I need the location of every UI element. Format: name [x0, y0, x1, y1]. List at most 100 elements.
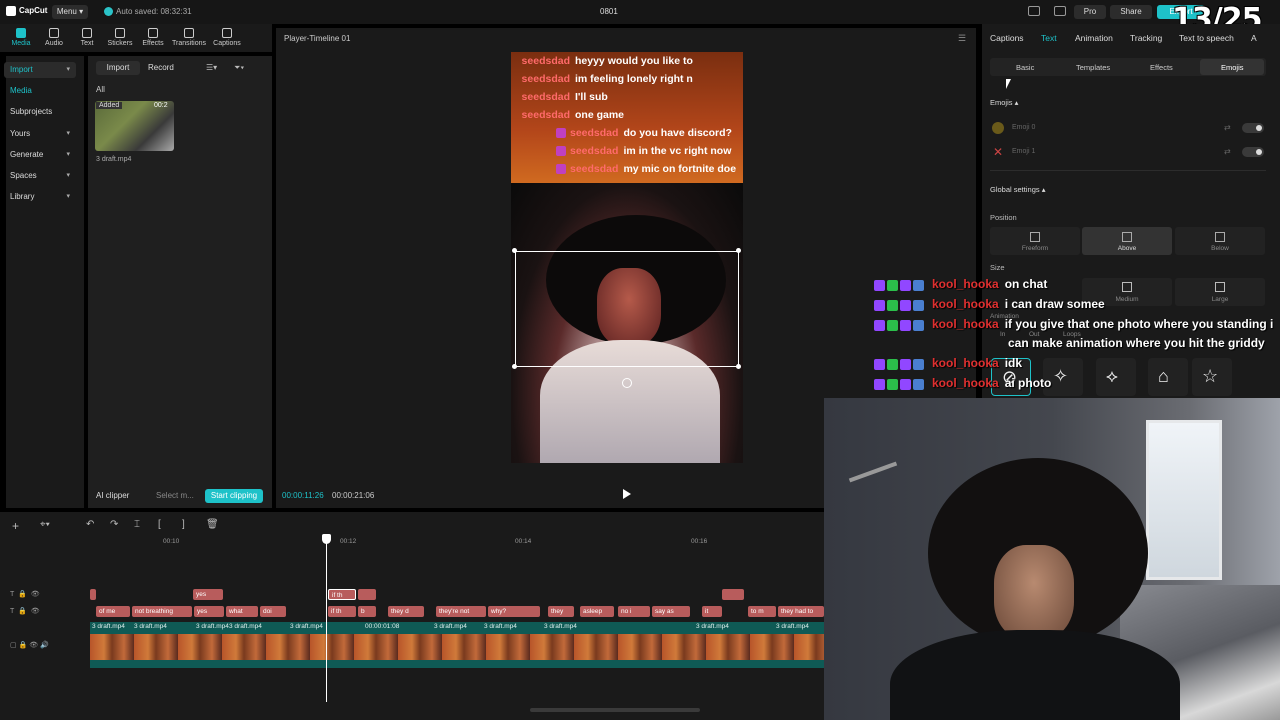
redo-icon[interactable]: ↷: [110, 519, 118, 530]
anim-mode-in[interactable]: In: [1000, 331, 1005, 338]
resize-handle[interactable]: [736, 364, 741, 369]
text-clip[interactable]: they: [548, 606, 574, 617]
subtab-effects[interactable]: Effects: [1150, 63, 1173, 72]
sidebar-item-subprojects[interactable]: Subprojects: [4, 104, 76, 120]
global-settings-label[interactable]: Global settings ▴: [990, 185, 1045, 194]
capcut-logo-icon: [6, 6, 16, 16]
text-clip[interactable]: not breathing: [132, 606, 192, 617]
text-track-controls[interactable]: T 🔒 👁: [10, 607, 40, 615]
tab-captions[interactable]: Captions: [210, 28, 244, 47]
tab-stickers[interactable]: Stickers: [103, 28, 137, 47]
text-clip[interactable]: no i: [618, 606, 650, 617]
position-above-button[interactable]: Above: [1082, 227, 1172, 255]
tab-captions[interactable]: Captions: [990, 33, 1024, 43]
resize-handle[interactable]: [512, 364, 517, 369]
text-clip[interactable]: they d: [388, 606, 424, 617]
trim-right-icon[interactable]: ]: [182, 519, 185, 530]
captions-icon: [222, 28, 232, 38]
text-clip[interactable]: asleep: [580, 606, 614, 617]
sort-icon[interactable]: ☰▾: [206, 63, 217, 72]
swap-icon[interactable]: ⇄: [1224, 147, 1231, 156]
subtab-basic[interactable]: Basic: [1016, 63, 1034, 72]
rotate-icon[interactable]: [622, 378, 632, 388]
text-clip[interactable]: it: [702, 606, 722, 617]
text-clip[interactable]: doi: [260, 606, 286, 617]
text-clip[interactable]: if th: [328, 606, 356, 617]
undo-icon[interactable]: ↶: [86, 519, 94, 530]
sidebar-item-media[interactable]: Media: [4, 83, 76, 99]
tab-animation[interactable]: Animation: [1075, 33, 1113, 43]
text-clip[interactable]: of me: [96, 606, 130, 617]
sidebar-item-import[interactable]: Import ▾: [4, 62, 76, 78]
tab-effects[interactable]: Effects: [136, 28, 170, 47]
tab-audio[interactable]: Audio: [37, 28, 71, 47]
sidebar-item-generate[interactable]: Generate ▾: [4, 147, 76, 163]
layout-icon[interactable]: [1028, 6, 1040, 16]
sidebar-item-yours[interactable]: Yours ▾: [4, 126, 76, 142]
filter-icon[interactable]: ⏷▾: [234, 63, 244, 73]
text-clip[interactable]: [722, 589, 744, 600]
resize-handle[interactable]: [736, 248, 741, 253]
text-clip[interactable]: [358, 589, 376, 600]
tab-media[interactable]: Media: [4, 28, 38, 47]
text-clip[interactable]: yes: [193, 589, 223, 600]
playhead-handle[interactable]: [322, 534, 331, 544]
tab-transitions[interactable]: Transitions: [172, 28, 206, 47]
size-large-button[interactable]: Large: [1175, 278, 1265, 306]
text-clip[interactable]: say as: [652, 606, 690, 617]
filter-all[interactable]: All: [96, 85, 105, 94]
split-icon[interactable]: ⌶: [134, 519, 140, 530]
tab-more[interactable]: A: [1251, 33, 1257, 43]
swap-icon[interactable]: ⇄: [1224, 123, 1231, 132]
shortcut-icon[interactable]: [1054, 6, 1066, 16]
anim-preset-2[interactable]: ⟡: [1096, 358, 1136, 396]
star-icon: ☆: [1202, 366, 1219, 386]
tab-text[interactable]: Text: [1041, 33, 1057, 43]
video-clip-label: 3 draft.mp4: [484, 623, 517, 630]
tab-text-to-speech[interactable]: Text to speech: [1179, 33, 1234, 43]
import-button[interactable]: Import: [96, 61, 140, 75]
sidebar-item-library[interactable]: Library ▾: [4, 189, 76, 205]
share-button[interactable]: Share: [1110, 5, 1152, 19]
text-clip[interactable]: yes: [194, 606, 224, 617]
text-clip[interactable]: they're not: [436, 606, 486, 617]
pro-button[interactable]: Pro: [1074, 5, 1106, 19]
text-clip[interactable]: if th: [328, 589, 356, 600]
anim-preset-3[interactable]: ⌂: [1148, 358, 1188, 396]
emojis-section-label[interactable]: Emojis ▴: [990, 98, 1018, 107]
trim-left-icon[interactable]: [: [158, 519, 161, 530]
text-track-controls[interactable]: T 🔒 👁: [10, 590, 40, 598]
subtab-templates[interactable]: Templates: [1076, 63, 1110, 72]
resize-handle[interactable]: [512, 248, 517, 253]
select-tool-icon[interactable]: ⌖▾: [40, 519, 50, 530]
start-clipping-button[interactable]: Start clipping: [205, 489, 263, 503]
selection-box[interactable]: [515, 251, 739, 367]
tab-text[interactable]: Text: [70, 28, 104, 47]
position-freeform-button[interactable]: Freeform: [990, 227, 1080, 255]
delete-icon[interactable]: 🗑: [206, 519, 219, 530]
text-clip[interactable]: [90, 589, 96, 600]
add-icon[interactable]: +: [12, 519, 19, 533]
sidebar-item-spaces[interactable]: Spaces ▾: [4, 168, 76, 184]
video-track-controls[interactable]: ▢ 🔒 👁 🔊: [10, 641, 49, 649]
menu-button[interactable]: Menu ▾: [52, 5, 88, 19]
timeline-scrollbar[interactable]: [530, 708, 700, 712]
playhead[interactable]: [326, 536, 327, 702]
text-clip[interactable]: they had to: [778, 606, 824, 617]
text-clip[interactable]: to m: [748, 606, 776, 617]
play-icon[interactable]: [623, 489, 631, 499]
player-menu-icon[interactable]: ☰: [958, 33, 966, 44]
emoji-1-toggle[interactable]: [1242, 147, 1264, 157]
tab-tracking[interactable]: Tracking: [1130, 33, 1162, 43]
text-clip[interactable]: why?: [488, 606, 540, 617]
emoji-0-toggle[interactable]: [1242, 123, 1264, 133]
text-clip[interactable]: b: [358, 606, 376, 617]
position-below-button[interactable]: Below: [1175, 227, 1265, 255]
record-button[interactable]: Record: [148, 61, 194, 75]
text-clip[interactable]: what: [226, 606, 258, 617]
anim-preset-4[interactable]: ☆: [1192, 358, 1232, 396]
divider: [990, 170, 1266, 171]
select-media-dropdown[interactable]: Select m...: [156, 491, 194, 500]
subtab-emojis[interactable]: Emojis: [1221, 63, 1244, 72]
project-title[interactable]: 0801: [600, 7, 618, 16]
